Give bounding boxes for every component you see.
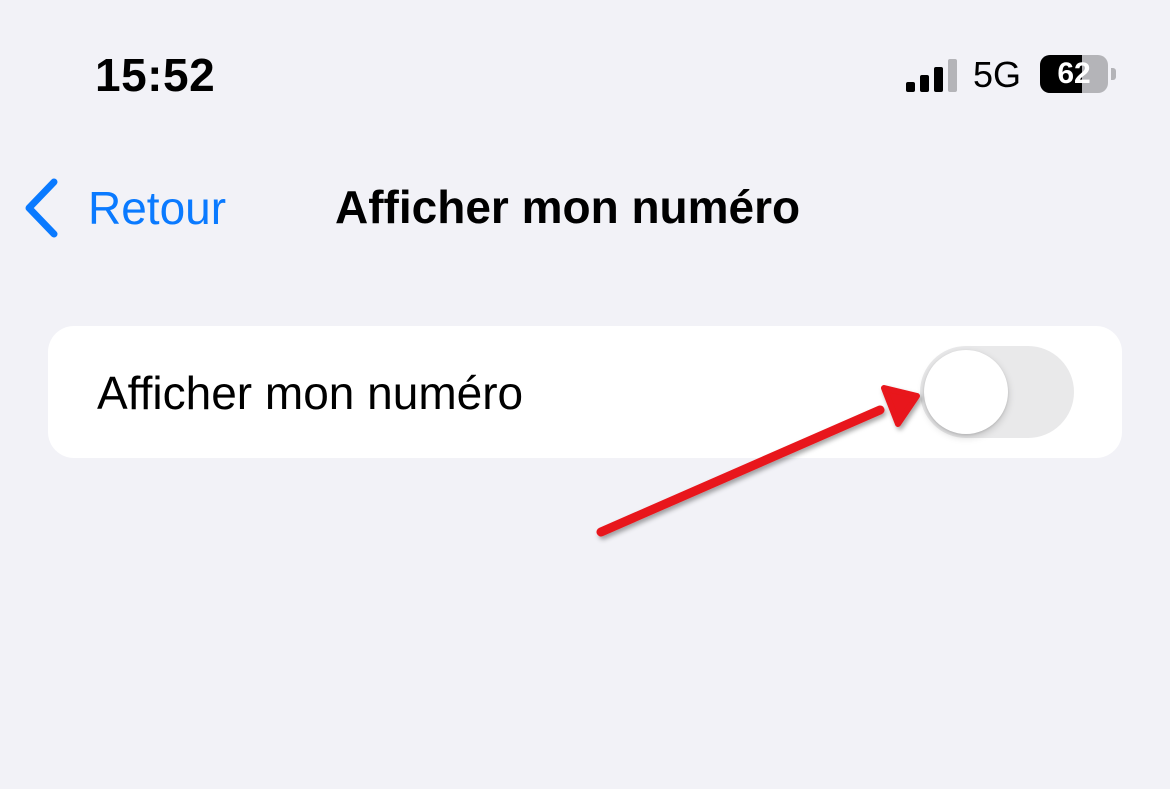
battery-icon: 62 [1040, 55, 1118, 95]
screen: 15:52 5G 62 Retour Afficher mon numéro A… [0, 0, 1170, 789]
back-button[interactable]: Retour [22, 172, 226, 244]
status-bar: 15:52 5G 62 [0, 0, 1170, 140]
status-time: 15:52 [95, 49, 216, 101]
chevron-left-icon [25, 178, 58, 238]
network-type: 5G [973, 54, 1022, 95]
toggle-knob [924, 350, 1008, 434]
show-number-toggle[interactable] [920, 346, 1074, 438]
cellular-signal-icon [906, 59, 957, 92]
battery-cap [1111, 68, 1116, 80]
battery-level: 62 [1057, 57, 1091, 90]
row-label: Afficher mon numéro [97, 367, 524, 419]
page-title: Afficher mon numéro [335, 181, 801, 233]
settings-group: Afficher mon numéro [48, 326, 1122, 458]
battery-body: 62 [1040, 55, 1108, 93]
back-label: Retour [88, 182, 227, 234]
